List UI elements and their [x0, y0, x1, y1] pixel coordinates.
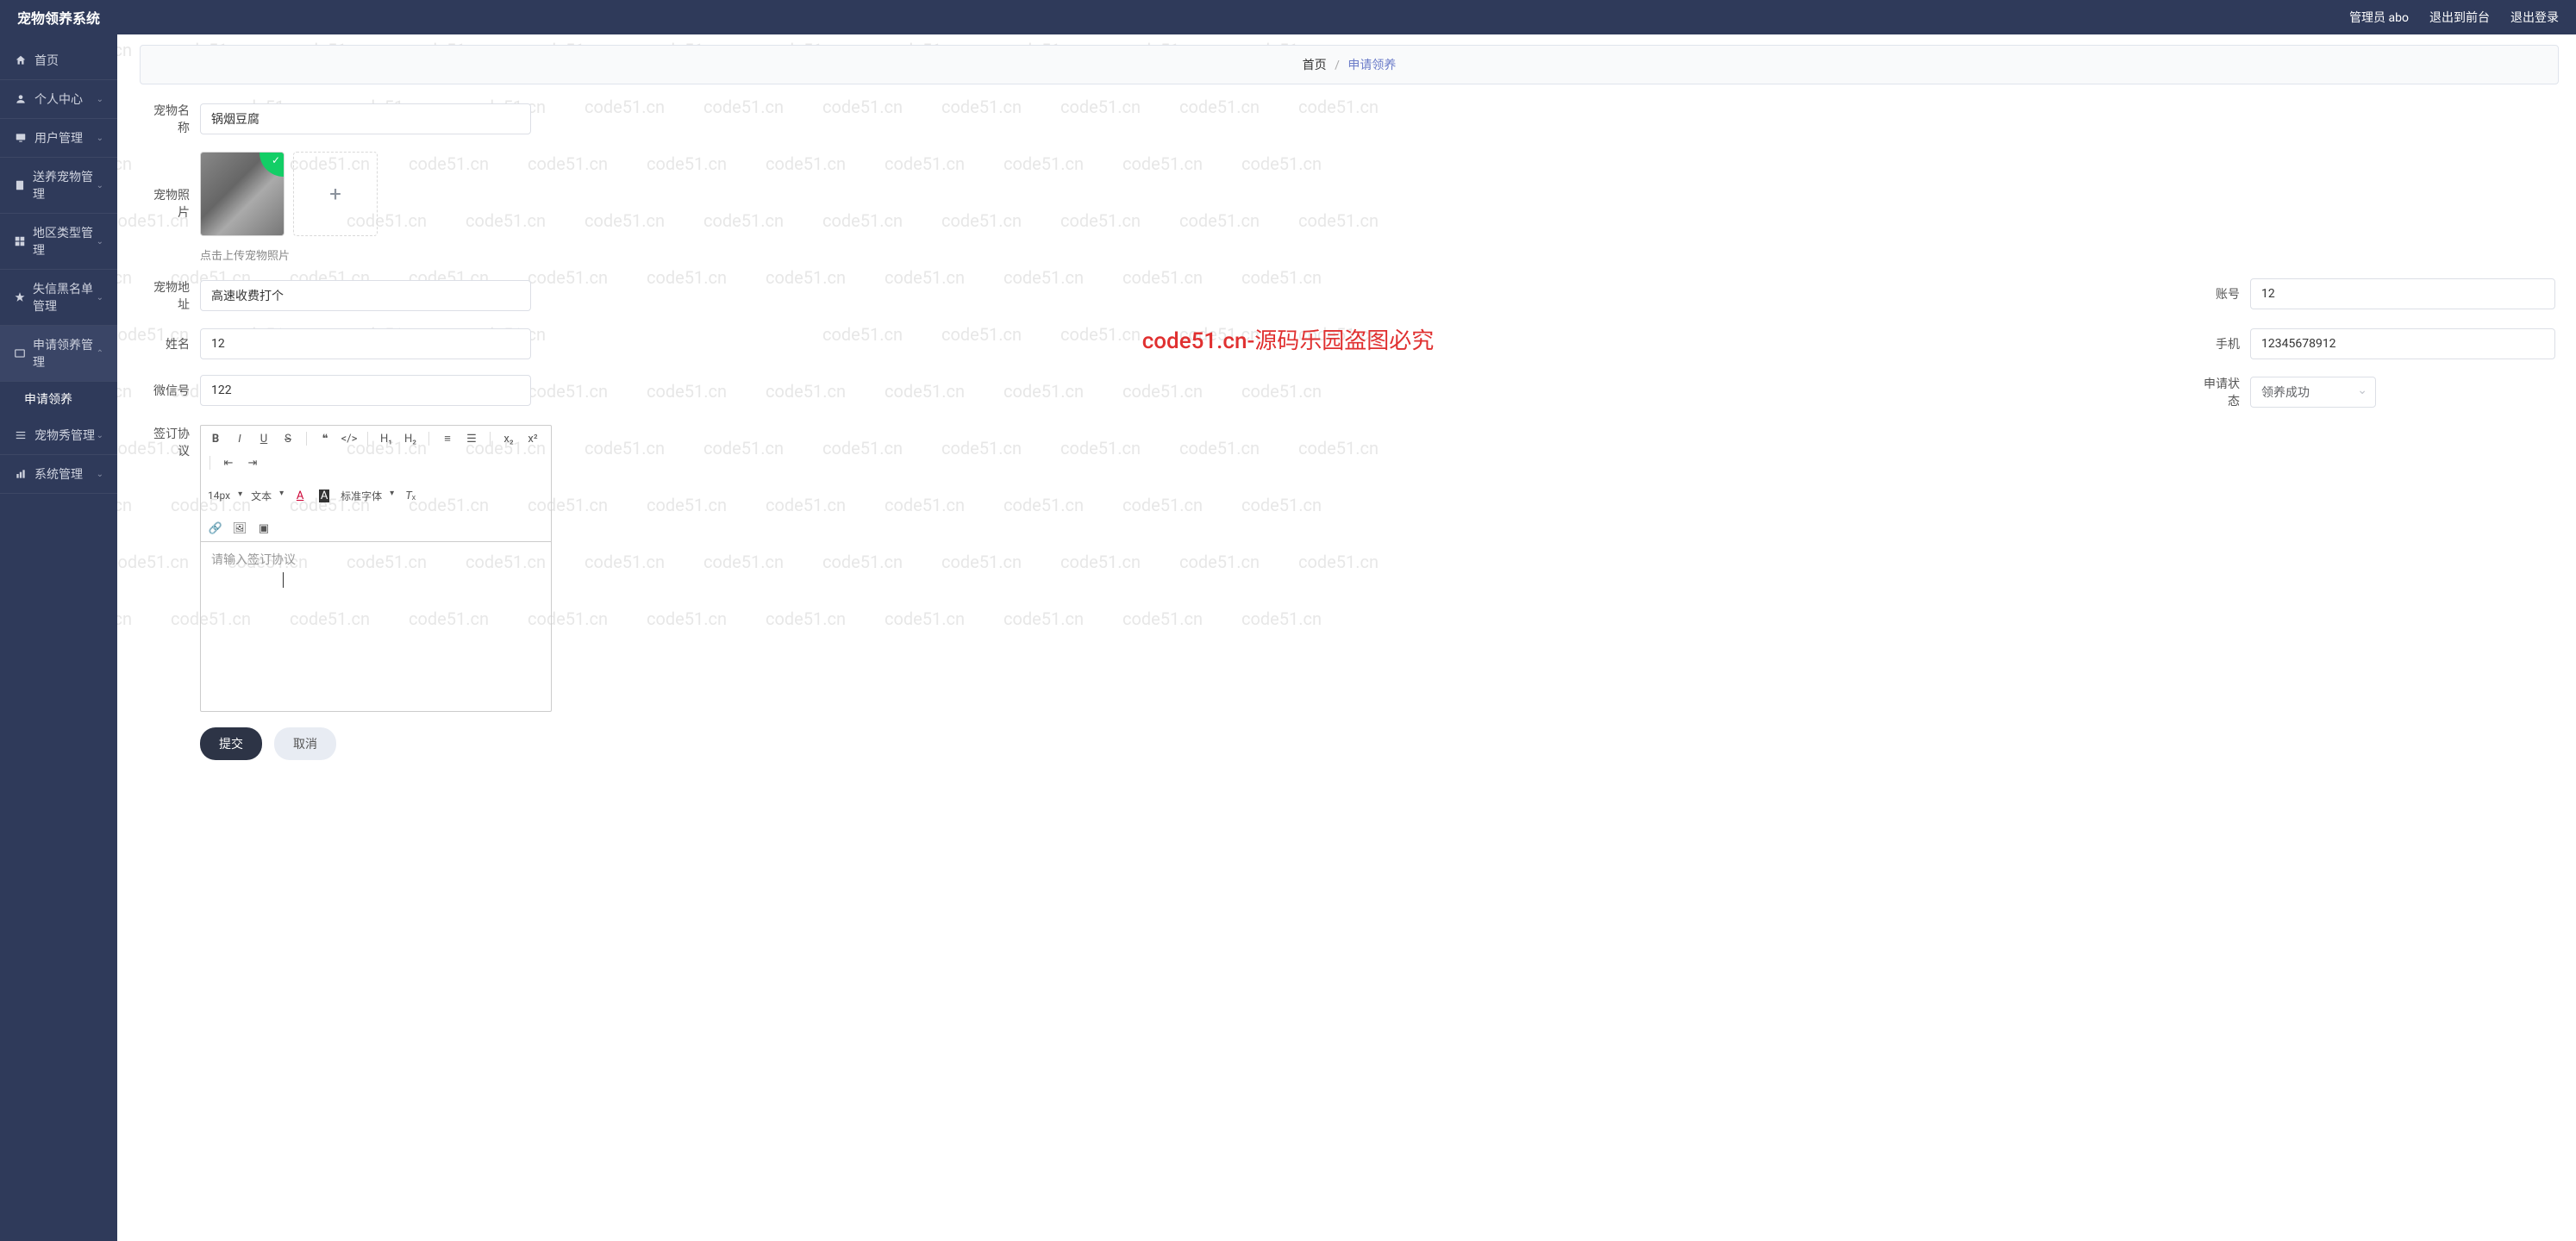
grid-icon — [14, 234, 26, 248]
breadcrumb-home[interactable]: 首页 — [1303, 59, 1327, 72]
app-title: 宠物领养系统 — [17, 7, 100, 28]
account-input[interactable] — [2250, 278, 2555, 309]
sidebar: 首页 个人中心 ⌄ 用户管理 ⌄ 送养宠物管理 ⌄ 地区类型管理 ⌄ 失信黑名单… — [0, 34, 117, 1241]
sidebar-item-system[interactable]: 系统管理 ⌄ — [0, 455, 117, 494]
agreement-label: 签订协议 — [143, 425, 190, 459]
photo-hint: 点击上传宠物照片 — [200, 246, 378, 263]
ul-icon[interactable]: ☰ — [464, 431, 479, 446]
code-icon[interactable]: </> — [341, 431, 357, 446]
rich-editor: B I U S ❝ </> H₁ H₂ ≡ ☰ — [200, 425, 552, 712]
text-cursor — [283, 572, 284, 588]
sidebar-item-label: 系统管理 — [34, 465, 83, 483]
sidebar-item-petshow[interactable]: 宠物秀管理 ⌄ — [0, 416, 117, 455]
clear-icon[interactable]: Tₓ — [403, 488, 418, 503]
account-label: 账号 — [2193, 285, 2240, 302]
sidebar-item-blacklist[interactable]: 失信黑名单管理 ⌄ — [0, 270, 117, 326]
chevron-down-icon: ⌄ — [97, 134, 103, 143]
italic-icon[interactable]: I — [232, 431, 247, 446]
bgcolor-icon[interactable]: A — [316, 488, 332, 503]
phone-input[interactable] — [2250, 328, 2555, 359]
star-icon — [14, 290, 26, 304]
screen-icon — [14, 131, 28, 145]
topbar: 宠物领养系统 管理员 abo 退出到前台 退出登录 — [0, 0, 2576, 34]
name-label: 姓名 — [143, 335, 190, 352]
doc-icon — [14, 178, 26, 192]
strike-icon[interactable]: S — [280, 431, 296, 446]
video-icon[interactable]: ▣ — [256, 521, 272, 536]
sidebar-item-label: 首页 — [34, 52, 59, 69]
sidebar-item-home[interactable]: 首页 — [0, 41, 117, 80]
name-input[interactable] — [200, 328, 531, 359]
h1-icon[interactable]: H₁ — [378, 431, 394, 446]
list-icon — [14, 428, 28, 442]
wechat-label: 微信号 — [143, 382, 190, 399]
sidebar-item-users[interactable]: 用户管理 ⌄ — [0, 119, 117, 158]
indent-icon[interactable]: ⇤ — [221, 455, 236, 471]
cancel-button[interactable]: 取消 — [274, 727, 336, 760]
chevron-down-icon: ⌄ — [97, 237, 103, 246]
status-select[interactable] — [2250, 377, 2376, 408]
tab-icon — [14, 346, 26, 360]
chevron-down-icon: ⌄ — [97, 95, 103, 104]
chevron-down-icon: ⌄ — [97, 470, 103, 479]
sidebar-subitem-apply[interactable]: 申请领养 — [0, 382, 117, 416]
link-icon[interactable]: 🔗 — [208, 521, 223, 536]
pet-name-input[interactable] — [200, 103, 531, 134]
color-icon[interactable]: A — [292, 488, 308, 503]
h2-icon[interactable]: H₂ — [403, 431, 418, 446]
pet-address-label: 宠物地址 — [143, 278, 190, 313]
font-select[interactable]: 标准字体 — [341, 489, 394, 503]
underline-icon[interactable]: U — [256, 431, 272, 446]
sidebar-item-apply[interactable]: 申请领养管理 ⌃ — [0, 326, 117, 382]
home-icon — [14, 53, 28, 67]
sidebar-item-label: 个人中心 — [34, 90, 83, 108]
logout-link[interactable]: 退出登录 — [2510, 9, 2559, 26]
content-area: 首页 / 申请领养 宠物名称 宠物照片 ✓ — [117, 34, 2576, 1241]
breadcrumb: 首页 / 申请领养 — [140, 45, 2559, 84]
sidebar-item-label: 地区类型管理 — [33, 224, 97, 259]
ol-icon[interactable]: ≡ — [440, 431, 455, 446]
user-icon — [14, 92, 28, 106]
chart-icon — [14, 467, 28, 481]
check-icon: ✓ — [259, 153, 284, 177]
sidebar-item-foster[interactable]: 送养宠物管理 ⌄ — [0, 158, 117, 214]
quote-icon[interactable]: ❝ — [317, 431, 333, 446]
chevron-up-icon: ⌃ — [97, 349, 103, 359]
size-select[interactable]: 14px — [208, 490, 242, 502]
add-photo-button[interactable]: + — [293, 152, 378, 236]
phone-label: 手机 — [2193, 335, 2240, 352]
breadcrumb-sep: / — [1335, 59, 1340, 72]
submit-button[interactable]: 提交 — [200, 727, 262, 760]
wechat-input[interactable] — [200, 375, 531, 406]
sub-icon[interactable]: x₂ — [501, 431, 516, 446]
editor-toolbar: B I U S ❝ </> H₁ H₂ ≡ ☰ — [201, 426, 551, 542]
pet-address-input[interactable] — [200, 280, 531, 311]
sidebar-item-region[interactable]: 地区类型管理 ⌄ — [0, 214, 117, 270]
chevron-down-icon: ⌄ — [97, 181, 103, 190]
outdent-icon[interactable]: ⇥ — [245, 455, 260, 471]
pet-photo-label: 宠物照片 — [143, 186, 190, 221]
status-label: 申请状态 — [2193, 375, 2240, 409]
pet-name-label: 宠物名称 — [143, 102, 190, 136]
chevron-down-icon: ⌄ — [97, 293, 103, 302]
sidebar-item-label: 用户管理 — [34, 129, 83, 147]
editor-body[interactable]: 请输入签订协议 — [201, 542, 551, 711]
pet-photo-thumb[interactable]: ✓ — [200, 152, 284, 236]
sidebar-item-label: 申请领养管理 — [33, 336, 97, 371]
breadcrumb-current: 申请领养 — [1347, 59, 1396, 72]
admin-label[interactable]: 管理员 abo — [2349, 9, 2409, 26]
sidebar-item-profile[interactable]: 个人中心 ⌄ — [0, 80, 117, 119]
sidebar-item-label: 失信黑名单管理 — [33, 280, 97, 315]
bold-icon[interactable]: B — [208, 431, 223, 446]
sup-icon[interactable]: x² — [525, 431, 541, 446]
chevron-down-icon: ⌄ — [97, 431, 103, 440]
image-icon[interactable]: 🖼 — [232, 521, 247, 536]
type-select[interactable]: 文本 — [251, 489, 284, 503]
sidebar-item-label: 宠物秀管理 — [34, 427, 95, 444]
logout-front-link[interactable]: 退出到前台 — [2429, 9, 2490, 26]
sidebar-item-label: 送养宠物管理 — [33, 168, 97, 203]
